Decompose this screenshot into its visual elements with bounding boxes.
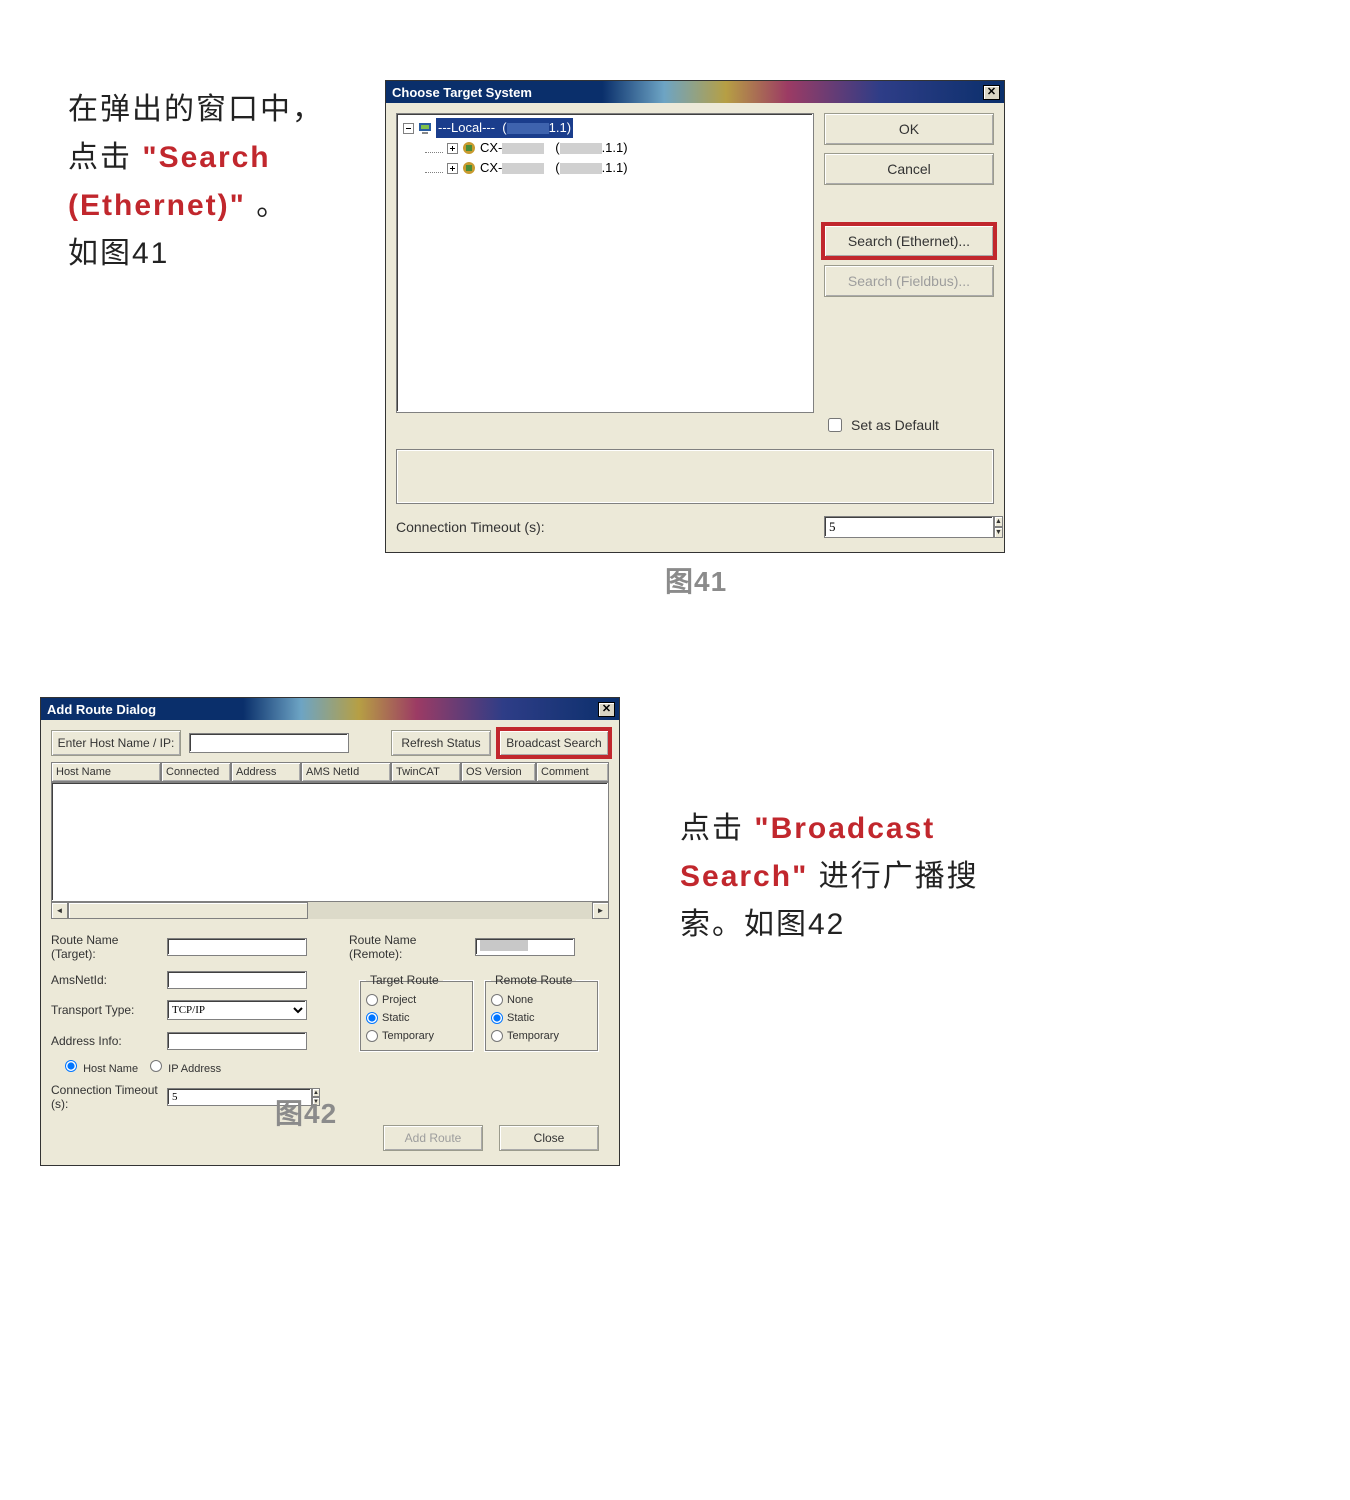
remote-route-fieldset: Remote Route None Static Temporary	[484, 973, 599, 1052]
col-twincat[interactable]: TwinCAT	[391, 762, 461, 782]
route-name-target-label: Route Name (Target):	[51, 933, 161, 961]
tree-root-selected[interactable]: ---Local--- (1.1)	[436, 118, 573, 138]
instr41-line1: 在弹出的窗口中，	[68, 93, 324, 126]
target-route-fieldset: Target Route Project Static Temporary	[359, 973, 474, 1052]
dlg41-titlebar: Choose Target System ✕	[386, 81, 1004, 103]
route-list-header: Host Name Connected Address AMS NetId Tw…	[51, 762, 609, 782]
route-name-remote-label: Route Name (Remote):	[349, 933, 469, 961]
instruction-fig42: 点击 "Broadcast Search" 进行广播搜索。如图42	[680, 805, 1000, 949]
instr42-line1a: 点击	[680, 812, 754, 845]
col-osversion[interactable]: OS Version	[461, 762, 536, 782]
instruction-fig41: 在弹出的窗口中， 点击 "Search (Ethernet)" 。 如图41	[68, 86, 368, 278]
instr41-line2a: 点击	[68, 141, 142, 174]
spin-down-icon[interactable]: ▼	[994, 527, 1003, 538]
dlg42-title: Add Route Dialog	[45, 702, 598, 717]
instr41-line3: 如图41	[68, 237, 169, 270]
route-name-target-input[interactable]	[167, 938, 307, 956]
connection-timeout-spinner[interactable]: ▲ ▼	[824, 516, 994, 538]
target-route-legend: Target Route	[366, 973, 443, 987]
device-icon	[462, 161, 476, 175]
connection-timeout-input[interactable]	[824, 516, 994, 538]
instr41-line2c: 。	[256, 189, 288, 222]
close-button[interactable]: Close	[499, 1125, 599, 1151]
col-hostname[interactable]: Host Name	[51, 762, 161, 782]
col-amsnetid[interactable]: AMS NetId	[301, 762, 391, 782]
add-route-button: Add Route	[383, 1125, 483, 1151]
col-comment[interactable]: Comment	[536, 762, 609, 782]
connection-timeout-label: Connection Timeout (s):	[396, 519, 545, 535]
remote-route-legend: Remote Route	[491, 973, 576, 987]
remote-route-temporary[interactable]: Temporary	[491, 1027, 592, 1045]
dlg41-title: Choose Target System	[390, 85, 983, 100]
remote-route-none[interactable]: None	[491, 991, 592, 1009]
tree-child[interactable]: CX- (.1.1)	[480, 138, 628, 158]
route-list-hscrollbar[interactable]: ◄ ►	[51, 902, 609, 919]
set-default-label: Set as Default	[851, 417, 939, 433]
close-icon[interactable]: ✕	[983, 85, 1000, 100]
search-fieldbus-button: Search (Fieldbus)...	[824, 265, 994, 297]
col-connected[interactable]: Connected	[161, 762, 231, 782]
ipaddress-radio[interactable]: IP Address	[150, 1060, 221, 1075]
refresh-status-button[interactable]: Refresh Status	[391, 730, 491, 756]
cancel-button[interactable]: Cancel	[824, 153, 994, 185]
tree-expand-icon[interactable]	[447, 143, 458, 154]
spin-up-icon[interactable]: ▲	[994, 516, 1003, 527]
set-as-default-checkbox[interactable]: Set as Default	[824, 415, 994, 435]
close-icon[interactable]: ✕	[598, 702, 615, 717]
scroll-track[interactable]	[308, 902, 592, 919]
target-route-project[interactable]: Project	[366, 991, 467, 1009]
transport-type-label: Transport Type:	[51, 1003, 161, 1017]
transport-type-select[interactable]: TCP/IP	[167, 1000, 307, 1020]
tree-expand-icon[interactable]	[447, 163, 458, 174]
choose-target-system-dialog: Choose Target System ✕ ---Local--- (1.1)	[385, 80, 1005, 553]
caption-fig41: 图41	[665, 560, 727, 600]
dlg42-conn-timeout-label: Connection Timeout (s):	[51, 1083, 161, 1111]
address-info-input[interactable]	[167, 1032, 307, 1050]
amsnetid-label: AmsNetId:	[51, 973, 161, 987]
hostname-radio[interactable]: Host Name	[65, 1060, 138, 1075]
dlg42-titlebar: Add Route Dialog ✕	[41, 698, 619, 720]
host-input[interactable]	[189, 733, 349, 753]
set-default-check[interactable]	[828, 418, 842, 432]
tree-child[interactable]: CX- (.1.1)	[480, 158, 628, 178]
amsnetid-input[interactable]	[167, 971, 307, 989]
target-tree[interactable]: ---Local--- (1.1) CX- (.1.1)	[396, 113, 814, 413]
enter-host-button[interactable]: Enter Host Name / IP:	[51, 730, 181, 756]
scroll-thumb[interactable]	[68, 902, 308, 919]
computer-icon	[418, 121, 432, 135]
tree-expand-icon[interactable]	[403, 123, 414, 134]
search-ethernet-button[interactable]: Search (Ethernet)...	[824, 225, 994, 257]
target-route-static[interactable]: Static	[366, 1009, 467, 1027]
address-info-label: Address Info:	[51, 1034, 161, 1048]
caption-fig42: 图42	[275, 1092, 337, 1132]
route-name-remote-input[interactable]	[475, 938, 575, 956]
broadcast-search-button[interactable]: Broadcast Search	[499, 730, 609, 756]
remote-route-static[interactable]: Static	[491, 1009, 592, 1027]
target-route-temporary[interactable]: Temporary	[366, 1027, 467, 1045]
status-panel	[396, 449, 994, 504]
ok-button[interactable]: OK	[824, 113, 994, 145]
scroll-left-icon[interactable]: ◄	[51, 902, 68, 919]
dlg42-conn-timeout-spinner[interactable]: ▲ ▼	[167, 1088, 267, 1106]
scroll-right-icon[interactable]: ►	[592, 902, 609, 919]
route-list[interactable]	[51, 782, 609, 902]
col-address[interactable]: Address	[231, 762, 301, 782]
device-icon	[462, 141, 476, 155]
